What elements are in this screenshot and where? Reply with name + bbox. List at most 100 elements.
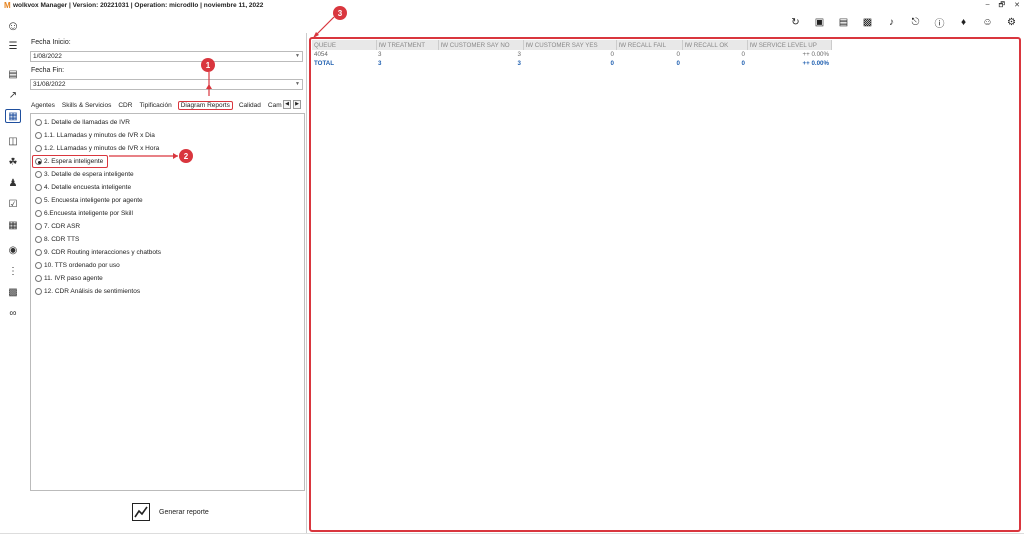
tab-next-button[interactable]: ▶	[293, 100, 301, 109]
tab-campanas[interactable]: Cam	[267, 102, 283, 109]
report-option[interactable]: 3. Detalle de espera inteligente	[31, 168, 304, 181]
table-cell: 0	[610, 51, 614, 58]
report-option-selected[interactable]: 2. Espera inteligente	[32, 155, 108, 168]
report-option-label: 1.2. LLamadas y minutos de IVR x Hora	[44, 145, 160, 152]
tab-cdr[interactable]: CDR	[117, 102, 133, 109]
table-cell: 3	[517, 60, 521, 67]
tab-agentes[interactable]: Agentes	[30, 102, 56, 109]
chevron-down-icon[interactable]: ▼	[295, 52, 300, 61]
report-option[interactable]: 10. TTS ordenado por uso	[31, 259, 304, 272]
callout-marker-1: 1	[201, 58, 215, 72]
music-note-icon[interactable]: ♪	[885, 16, 898, 29]
report-option-label: 6.Encuesta inteligente por Skill	[44, 210, 133, 217]
report-option[interactable]: 4. Detalle encuesta inteligente	[31, 181, 304, 194]
start-date-value: 1/08/2022	[33, 53, 62, 60]
close-button[interactable]: ✕	[1014, 1, 1020, 12]
report-option[interactable]: 5. Encuesta inteligente por agente	[31, 194, 304, 207]
trend-icon[interactable]: ↗	[5, 88, 21, 102]
flow-icon[interactable]: ◫	[5, 134, 21, 148]
account-icon[interactable]: ☺	[981, 16, 994, 29]
start-date-field[interactable]: 1/08/2022 ▼	[30, 51, 303, 62]
restore-button[interactable]: 🗗	[999, 1, 1006, 12]
report-option-label: 11. IVR paso agente	[44, 275, 103, 282]
report-option-label: 7. CDR ASR	[44, 223, 81, 230]
shield-icon[interactable]: ◉	[5, 243, 21, 257]
refresh-icon[interactable]: ↻	[789, 16, 802, 29]
radio-button[interactable]	[35, 119, 42, 126]
radio-button[interactable]	[35, 288, 42, 295]
radio-button[interactable]	[35, 262, 42, 269]
audio-wave-icon[interactable]: ⋮	[5, 264, 21, 278]
end-date-label: Fecha Fin:	[31, 67, 65, 74]
calculator-icon[interactable]: ▦	[5, 218, 21, 232]
radio-button[interactable]	[35, 184, 42, 191]
bell-icon[interactable]: ♦	[957, 16, 970, 29]
arrow-3-line	[314, 16, 335, 37]
radio-button[interactable]	[35, 223, 42, 230]
radio-button[interactable]	[35, 210, 42, 217]
settings-icon[interactable]: ⚙	[1005, 16, 1018, 29]
report-option[interactable]: 1. Detalle de llamadas de IVR	[31, 116, 304, 129]
tab-tipificacion[interactable]: Tipificación	[138, 102, 172, 109]
toolbox-icon[interactable]: ▣	[813, 16, 826, 29]
users-icon[interactable]: ♟	[5, 176, 21, 190]
table-cell: TOTAL	[314, 60, 335, 67]
column-header[interactable]: IW CUSTOMER SAY YES	[523, 40, 617, 50]
report-icon[interactable]: ▦	[5, 109, 21, 123]
checklist-icon[interactable]: ☑	[5, 197, 21, 211]
report-option[interactable]: 7. CDR ASR	[31, 220, 304, 233]
report-option-label: 3. Detalle de espera inteligente	[44, 171, 134, 178]
table-cell: 3	[378, 51, 382, 58]
radio-button[interactable]	[35, 145, 42, 152]
table-cell: 0	[676, 51, 680, 58]
radio-button[interactable]	[35, 171, 42, 178]
radio-button[interactable]	[35, 132, 42, 139]
report-option[interactable]: 1.2. LLamadas y minutos de IVR x Hora	[31, 142, 304, 155]
line-chart-icon[interactable]	[132, 503, 150, 521]
column-header[interactable]: IW RECALL OK	[682, 40, 748, 50]
tab-calidad[interactable]: Calidad	[238, 102, 262, 109]
microphone-icon[interactable]: ⎋	[909, 16, 922, 29]
report-option[interactable]: 11. IVR paso agente	[31, 272, 304, 285]
report-option[interactable]: 9. CDR Routing interacciones y chatbots	[31, 246, 304, 259]
chevron-down-icon[interactable]: ▼	[295, 80, 300, 89]
table-row[interactable]: 4054 3 3 0 0 0 ++ 0.00%	[312, 50, 831, 59]
report-option[interactable]: 1.1. LLamadas y minutos de IVR x Dia	[31, 129, 304, 142]
report-option-label: 12. CDR Análisis de sentimientos	[44, 288, 141, 295]
report-option[interactable]: 6.Encuesta inteligente por Skill	[31, 207, 304, 220]
campaign-icon[interactable]: ☘	[5, 155, 21, 169]
end-date-field[interactable]: 31/08/2022 ▼	[30, 79, 303, 90]
column-header[interactable]: IW SERVICE LEVEL UP	[747, 40, 832, 50]
column-header[interactable]: QUEUE	[312, 40, 377, 50]
video-add-icon[interactable]: ▩	[5, 285, 21, 299]
generate-report-button[interactable]: Generar reporte	[132, 503, 209, 521]
table-total-row[interactable]: TOTAL 3 3 0 0 0 ++ 0.00%	[312, 59, 831, 68]
minimize-button[interactable]: –	[986, 1, 990, 12]
voicemail-icon[interactable]: ∞	[5, 306, 21, 320]
bar-chart-icon[interactable]: ▤	[5, 67, 21, 81]
app-logo: M	[4, 1, 11, 10]
tab-diagram-reports[interactable]: Diagram Reports	[177, 100, 233, 110]
menu-icon[interactable]: ☰	[5, 39, 21, 53]
column-header[interactable]: IW TREATMENT	[376, 40, 439, 50]
generate-report-label: Generar reporte	[159, 508, 209, 516]
tab-skills-servicios[interactable]: Skills & Servicios	[61, 102, 112, 109]
column-header[interactable]: IW CUSTOMER SAY NO	[438, 40, 524, 50]
pane-divider[interactable]	[306, 33, 307, 533]
table-cell: 0	[741, 51, 745, 58]
radio-button[interactable]	[35, 197, 42, 204]
radio-button[interactable]	[35, 249, 42, 256]
user-circle-icon[interactable]: ☺	[5, 18, 21, 33]
tab-prev-button[interactable]: ◀	[283, 100, 291, 109]
help-icon[interactable]: ⓘ	[933, 16, 946, 30]
contact-card-icon[interactable]: ▩	[861, 16, 874, 29]
table-cell: 0	[610, 60, 614, 67]
radio-button[interactable]	[35, 275, 42, 282]
radio-button[interactable]	[35, 236, 42, 243]
report-option[interactable]: 8. CDR TTS	[31, 233, 304, 246]
end-date-value: 31/08/2022	[33, 81, 66, 88]
library-icon[interactable]: ▤	[837, 16, 850, 29]
radio-button-selected[interactable]	[35, 158, 42, 165]
report-option[interactable]: 12. CDR Análisis de sentimientos	[31, 285, 304, 298]
column-header[interactable]: IW RECALL FAIL	[616, 40, 683, 50]
